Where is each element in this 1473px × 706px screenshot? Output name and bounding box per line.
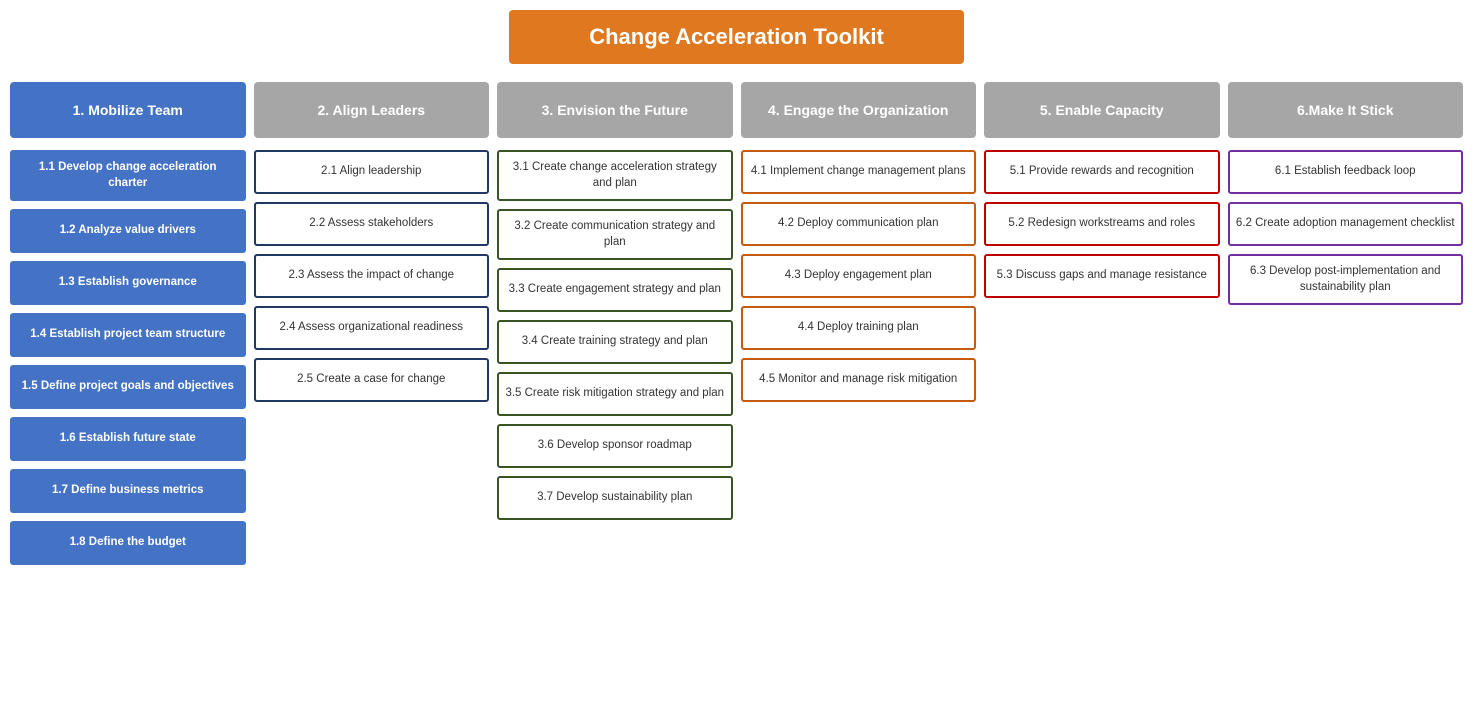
card-col3-0[interactable]: 3.1 Create change acceleration strategy … (497, 150, 733, 201)
card-col5-2[interactable]: 5.3 Discuss gaps and manage resistance (984, 254, 1220, 298)
title-bar: Change Acceleration Toolkit (10, 10, 1463, 64)
card-col3-4[interactable]: 3.5 Create risk mitigation strategy and … (497, 372, 733, 416)
card-col2-2[interactable]: 2.3 Assess the impact of change (254, 254, 490, 298)
column-col6: 6.Make It Stick 6.1 Establish feedback lo… (1228, 82, 1464, 313)
card-col4-0[interactable]: 4.1 Implement change management plans (741, 150, 977, 194)
column-col5: 5. Enable Capacity 5.1 Provide rewards an… (984, 82, 1220, 306)
col-header-col4: 4. Engage the Organization (741, 82, 977, 138)
column-col4: 4. Engage the Organization 4.1 Implement … (741, 82, 977, 410)
card-col4-1[interactable]: 4.2 Deploy communication plan (741, 202, 977, 246)
card-col2-0[interactable]: 2.1 Align leadership (254, 150, 490, 194)
card-col4-2[interactable]: 4.3 Deploy engagement plan (741, 254, 977, 298)
card-col3-1[interactable]: 3.2 Create communication strategy and pl… (497, 209, 733, 260)
card-col2-3[interactable]: 2.4 Assess organizational readiness (254, 306, 490, 350)
card-col1-6[interactable]: 1.7 Define business metrics (10, 469, 246, 513)
card-col1-7[interactable]: 1.8 Define the budget (10, 521, 246, 565)
card-col6-1[interactable]: 6.2 Create adoption management checklist (1228, 202, 1464, 246)
col-header-col3: 3. Envision the Future (497, 82, 733, 138)
card-col2-1[interactable]: 2.2 Assess stakeholders (254, 202, 490, 246)
col-header-col6: 6.Make It Stick (1228, 82, 1464, 138)
card-col3-3[interactable]: 3.4 Create training strategy and plan (497, 320, 733, 364)
page-wrapper: Change Acceleration Toolkit 1. Mobilize … (0, 0, 1473, 583)
column-col3: 3. Envision the Future 3.1 Create change … (497, 82, 733, 528)
card-col5-0[interactable]: 5.1 Provide rewards and recognition (984, 150, 1220, 194)
card-col3-5[interactable]: 3.6 Develop sponsor roadmap (497, 424, 733, 468)
col-header-col2: 2. Align Leaders (254, 82, 490, 138)
col-header-col1: 1. Mobilize Team (10, 82, 246, 138)
column-col2: 2. Align Leaders 2.1 Align leadership 2.2 … (254, 82, 490, 410)
card-col3-6[interactable]: 3.7 Develop sustainability plan (497, 476, 733, 520)
card-col6-0[interactable]: 6.1 Establish feedback loop (1228, 150, 1464, 194)
card-col4-3[interactable]: 4.4 Deploy training plan (741, 306, 977, 350)
card-col1-3[interactable]: 1.4 Establish project team structure (10, 313, 246, 357)
card-col1-5[interactable]: 1.6 Establish future state (10, 417, 246, 461)
card-col5-1[interactable]: 5.2 Redesign workstreams and roles (984, 202, 1220, 246)
columns-container: 1. Mobilize Team 1.1 Develop change accel… (10, 82, 1463, 573)
card-col1-2[interactable]: 1.3 Establish governance (10, 261, 246, 305)
card-col1-1[interactable]: 1.2 Analyze value drivers (10, 209, 246, 253)
card-col3-2[interactable]: 3.3 Create engagement strategy and plan (497, 268, 733, 312)
card-col4-4[interactable]: 4.5 Monitor and manage risk mitigation (741, 358, 977, 402)
column-col1: 1. Mobilize Team 1.1 Develop change accel… (10, 82, 246, 573)
col-header-col5: 5. Enable Capacity (984, 82, 1220, 138)
card-col1-0[interactable]: 1.1 Develop change acceleration charter (10, 150, 246, 201)
card-col6-2[interactable]: 6.3 Develop post-implementation and sust… (1228, 254, 1464, 305)
card-col1-4[interactable]: 1.5 Define project goals and objectives (10, 365, 246, 409)
card-col2-4[interactable]: 2.5 Create a case for change (254, 358, 490, 402)
page-title: Change Acceleration Toolkit (509, 10, 964, 64)
